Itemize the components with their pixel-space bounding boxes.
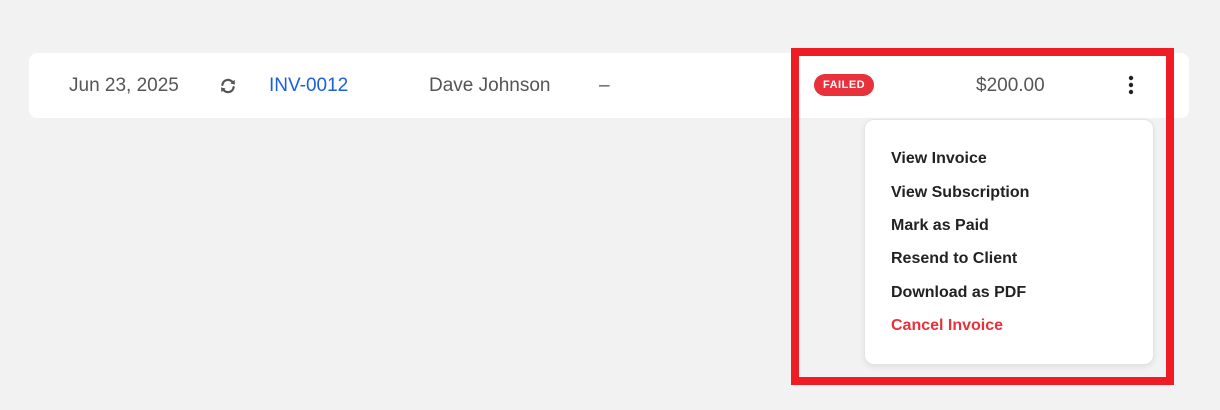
cancel-invoice-menu-item[interactable]: Cancel Invoice [891,316,1003,336]
download-pdf-menu-item[interactable]: Download as PDF [891,283,1026,303]
status-badge: FAILED [814,74,875,96]
invoice-row: Jun 23, 2025 INV-0012 Dave Johnson – FAI… [29,53,1189,118]
refresh-icon [219,53,237,118]
invoice-date: Jun 23, 2025 [69,74,179,96]
view-subscription-menu-item[interactable]: View Subscription [891,183,1029,203]
invoice-number-link[interactable]: INV-0012 [269,53,348,118]
mark-as-paid-menu-item[interactable]: Mark as Paid [891,216,989,236]
invoice-amount: $200.00 [976,74,1045,96]
empty-value: – [599,74,610,96]
kebab-menu-icon[interactable] [1119,73,1143,97]
client-name: Dave Johnson [429,74,551,96]
view-invoice-menu-item[interactable]: View Invoice [891,149,987,169]
resend-to-client-menu-item[interactable]: Resend to Client [891,249,1017,269]
invoice-actions-menu: View Invoice View Subscription Mark as P… [864,119,1154,365]
